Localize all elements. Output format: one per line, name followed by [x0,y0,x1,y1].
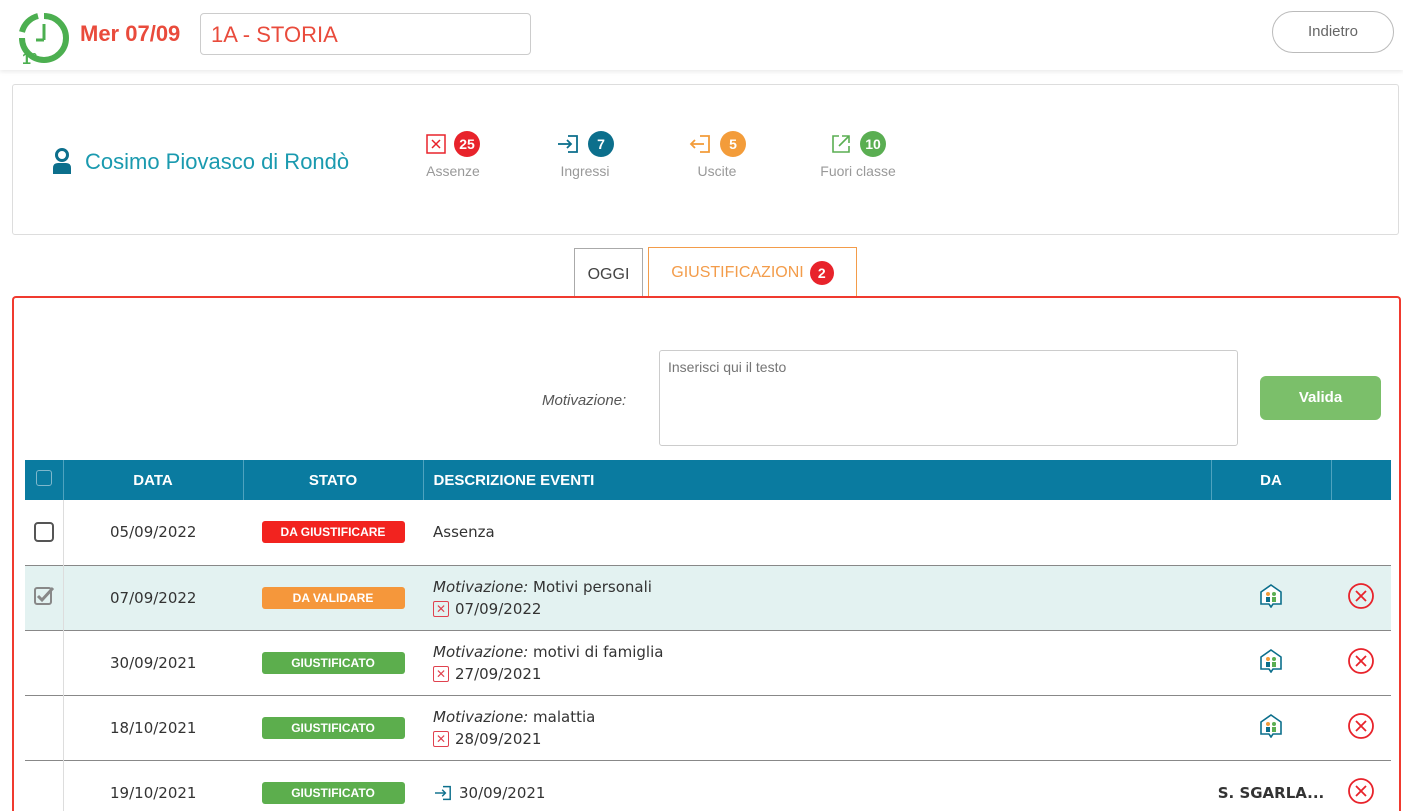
table-row[interactable]: 18/10/2021 GIUSTIFICATO Motivazione: mal… [25,695,1391,760]
header-data: DATA [63,460,244,500]
stat-fuori-classe[interactable]: 10 Fuori classe [808,129,908,179]
event-date: 28/09/2021 [455,729,542,748]
table-header-row: DATA STATO DESCRIZIONE EVENTI DA [25,460,1391,500]
family-icon [1260,648,1282,673]
tab-giustificazioni-label: GIUSTIFICAZIONI [671,263,804,281]
back-button[interactable]: Indietro [1272,11,1394,53]
select-all-checkbox[interactable] [35,470,52,486]
table-row[interactable]: 05/09/2022 DA GIUSTIFICARE Assenza [25,500,1391,565]
table-row[interactable]: 07/09/2022 DA VALIDARE Motivazione: Moti… [25,565,1391,630]
row-description: Assenza [433,523,495,542]
event-date: 27/09/2021 [455,664,542,683]
stat-ingressi[interactable]: 7 Ingressi [540,129,630,179]
absence-x-icon: ✕ [433,666,449,682]
fuori-classe-count: 10 [860,131,886,157]
header-stato: STATO [243,460,424,500]
row-checkbox[interactable] [33,522,54,543]
user-icon [53,148,71,174]
stat-assenze[interactable]: 25 Assenze [408,129,498,179]
uscite-label: Uscite [697,163,737,179]
tab-oggi[interactable]: OGGI [574,248,643,296]
uscite-count: 5 [720,131,746,157]
table-row[interactable]: 19/10/2021 GIUSTIFICATO 30/09/2021 S. SG… [25,760,1391,811]
stat-uscite[interactable]: 5 Uscite [672,129,762,179]
motivazione-prefix: Motivazione: [433,577,529,596]
entry-arrow-icon [435,785,451,801]
header-da: DA [1211,460,1332,500]
row-description: Motivazione: motivi di famiglia ✕ 27/09/2… [423,630,1211,695]
delete-circle-icon[interactable] [1347,647,1375,675]
lesson-date: Mer 07/09 [80,21,181,46]
event-date: 30/09/2021 [459,783,546,802]
header-descrizione: DESCRIZIONE EVENTI [423,460,1212,500]
row-description: 30/09/2021 [423,760,1211,811]
justifications-panel: Motivazione: Valida DATA STATO DESCRIZIO… [12,296,1401,811]
absence-x-icon: ✕ [433,601,449,617]
status-badge: GIUSTIFICATO [261,651,405,674]
external-link-icon [832,135,850,153]
giustificazioni-count-badge: 2 [809,260,834,285]
motivazione-text: malattia [533,707,596,726]
row-date: 18/10/2021 [110,718,197,737]
fuori-classe-label: Fuori classe [820,163,896,179]
row-date: 19/10/2021 [110,783,197,802]
family-icon [1260,583,1282,608]
select-all-checkbox-cell[interactable] [25,460,64,500]
assenze-label: Assenze [426,163,480,179]
absence-x-icon: ✕ [433,731,449,747]
status-badge: DA VALIDARE [261,586,405,609]
status-badge: GIUSTIFICATO [261,781,405,804]
status-badge: DA GIUSTIFICARE [261,521,405,544]
student-name: Cosimo Piovasco di Rondò [85,149,350,174]
event-date: 07/09/2022 [455,599,542,618]
row-description: Motivazione: malattia ✕ 28/09/2021 [423,695,1211,760]
checked-checkbox-icon[interactable] [33,585,55,607]
motivazione-prefix: Motivazione: [433,642,529,661]
absence-x-icon [426,134,446,154]
ingressi-label: Ingressi [560,163,610,179]
delete-circle-icon[interactable] [1347,712,1375,740]
row-description: Motivazione: Motivi personali ✕ 07/09/202… [423,565,1211,630]
motivazione-input[interactable] [659,350,1238,446]
tab-giustificazioni[interactable]: GIUSTIFICAZIONI 2 [648,247,857,297]
assenze-count: 25 [454,131,480,157]
header-actions [1331,460,1391,500]
row-date: 05/09/2022 [110,523,197,542]
row-date: 07/09/2022 [110,588,197,607]
svg-text:1°: 1° [22,51,37,66]
motivazione-text: motivi di famiglia [533,642,664,661]
class-select[interactable]: 1A - STORIA [200,13,531,55]
top-bar: 1° Mer 07/09 1A - STORIA Indietro [0,0,1403,70]
ingressi-count: 7 [588,131,614,157]
delete-circle-icon[interactable] [1347,777,1375,805]
entry-arrow-icon [558,135,578,153]
student-panel: Cosimo Piovasco di Rondò 25 Assenze 7 In… [12,84,1399,235]
justifications-table: DATA STATO DESCRIZIONE EVENTI DA 05/09/2… [25,460,1391,811]
exit-arrow-icon [689,135,710,153]
status-badge: GIUSTIFICATO [261,716,405,739]
student-name-block: Cosimo Piovasco di Rondò [51,148,349,176]
clock-hour-icon: 1° [19,13,69,66]
valida-button[interactable]: Valida [1260,376,1381,420]
motivazione-label: Motivazione: [542,392,627,409]
row-date: 30/09/2021 [110,653,197,672]
row-da: S. SGARLA... [1217,783,1325,802]
motivazione-text: Motivi personali [533,577,652,596]
motivazione-prefix: Motivazione: [433,707,529,726]
delete-circle-icon[interactable] [1347,582,1375,610]
family-icon [1260,713,1282,738]
table-row[interactable]: 30/09/2021 GIUSTIFICATO Motivazione: mot… [25,630,1391,695]
